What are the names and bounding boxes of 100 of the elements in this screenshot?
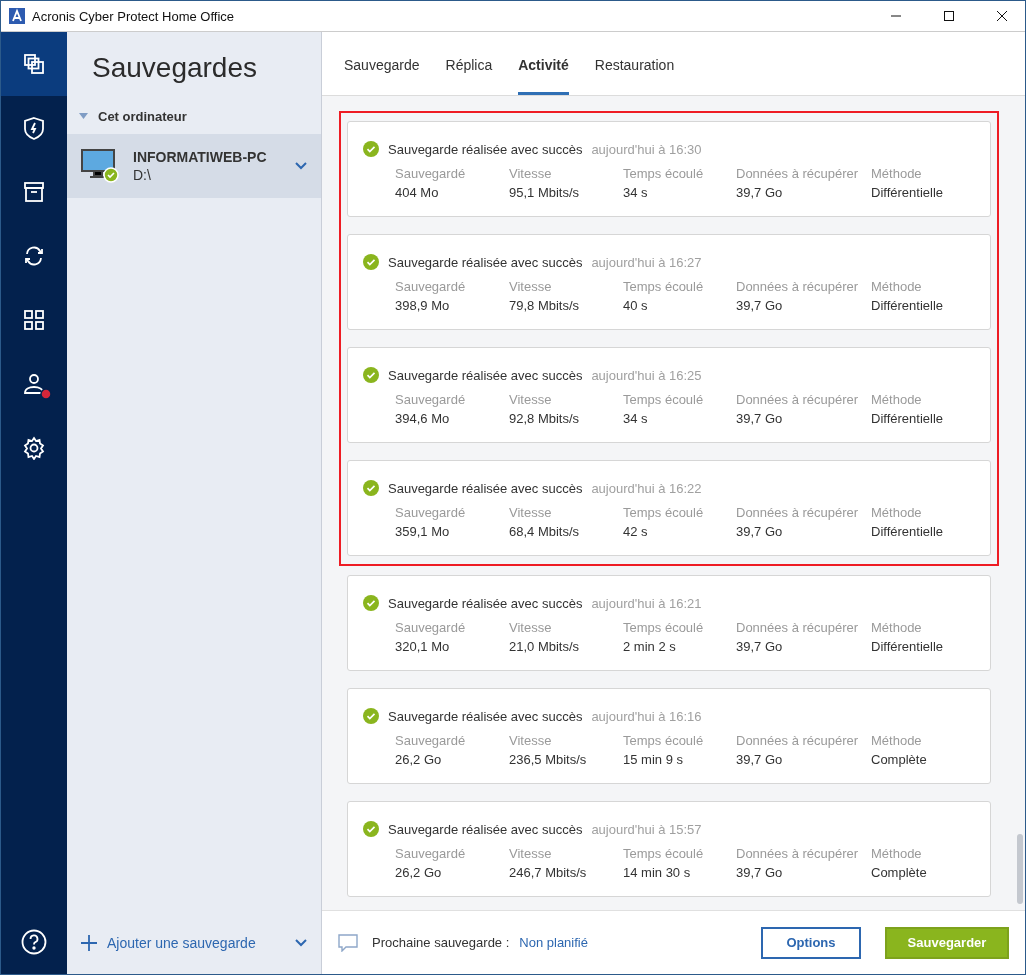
field-label: Données à récupérer [736, 166, 860, 181]
app-logo-icon [9, 8, 25, 24]
archive-box-icon [22, 180, 46, 204]
field-label: Méthode [871, 733, 923, 748]
success-check-icon [363, 595, 379, 611]
field-value: 26,2 Go [395, 752, 443, 767]
field-label: Données à récupérer [736, 279, 860, 294]
field-value: Complète [871, 865, 928, 880]
sync-icon [22, 244, 46, 268]
field-value: 26,2 Go [395, 865, 443, 880]
field-value: 394,6 Mo [395, 411, 451, 426]
options-button[interactable]: Options [761, 926, 861, 959]
field-label: Temps écoulé [623, 505, 705, 520]
field-label: Vitesse [509, 733, 553, 748]
field-value: 320,1 Mo [395, 639, 451, 654]
success-check-icon [363, 367, 379, 383]
maximize-icon [944, 11, 954, 21]
field-label: Méthode [871, 846, 923, 861]
field-label: Données à récupérer [736, 392, 860, 407]
field-value: 2 min 2 s [623, 639, 677, 654]
activity-time: aujourd'hui à 16:25 [591, 367, 702, 383]
nav-button[interactable] [1, 32, 67, 96]
field-value: 39,7 Go [736, 298, 784, 313]
field-label: Sauvegardé [395, 279, 467, 294]
field-value: 40 s [623, 298, 649, 313]
activity-time: aujourd'hui à 16:21 [591, 595, 702, 611]
field-label: Données à récupérer [736, 620, 860, 635]
field-label: Vitesse [509, 505, 553, 520]
field-label: Sauvegardé [395, 733, 467, 748]
field-label: Sauvegardé [395, 166, 467, 181]
field-value: 42 s [623, 524, 649, 539]
sidebar-title: Sauvegardes [91, 51, 258, 85]
tab[interactable]: Sauvegarde [344, 32, 420, 95]
field-label: Données à récupérer [736, 733, 860, 748]
field-label: Vitesse [509, 279, 553, 294]
field-value: 39,7 Go [736, 185, 784, 200]
field-value: 92,8 Mbits/s [509, 411, 581, 426]
chevron-down-icon [295, 162, 307, 170]
success-check-icon [363, 480, 379, 496]
backup-item[interactable]: INFORMATIWEB-PC D:\ [67, 134, 321, 198]
field-value: 34 s [623, 185, 649, 200]
field-label: Temps écoulé [623, 279, 705, 294]
field-label: Temps écoulé [623, 392, 705, 407]
field-value: 39,7 Go [736, 411, 784, 426]
activity-status: Sauvegarde réalisée avec succès [388, 254, 583, 270]
field-value: 68,4 Mbits/s [509, 524, 581, 539]
scrollbar-thumb[interactable] [1017, 834, 1023, 904]
field-label: Temps écoulé [623, 733, 705, 748]
tab[interactable]: Restauration [594, 32, 675, 95]
field-label: Sauvegardé [395, 392, 467, 407]
activity-status: Sauvegarde réalisée avec succès [388, 821, 583, 837]
field-label: Temps écoulé [623, 620, 705, 635]
field-value: 95,1 Mbits/s [509, 185, 581, 200]
field-value: 79,8 Mbits/s [509, 298, 581, 313]
field-label: Données à récupérer [736, 846, 860, 861]
activity-status: Sauvegarde réalisée avec succès [388, 367, 583, 383]
activity-time: aujourd'hui à 16:27 [591, 254, 702, 270]
activity-time: aujourd'hui à 16:30 [591, 141, 702, 157]
add-backup-link[interactable]: Ajouter une sauvegarde [107, 935, 285, 951]
shield-icon [22, 116, 46, 140]
computer-icon [81, 149, 119, 183]
copies-icon [22, 52, 46, 76]
chevron-down-icon [295, 939, 307, 947]
activity-time: aujourd'hui à 16:22 [591, 480, 702, 496]
field-value: 21,0 Mbits/s [509, 639, 581, 654]
field-value: 39,7 Go [736, 524, 784, 539]
activity-status: Sauvegarde réalisée avec succès [388, 141, 583, 157]
group-header[interactable]: Cet ordinateur [67, 104, 321, 128]
caret-icon [79, 113, 88, 119]
schedule-link[interactable]: Non planifié [519, 935, 751, 950]
field-label: Méthode [871, 620, 923, 635]
field-value: 359,1 Mo [395, 524, 451, 539]
success-check-icon [363, 708, 379, 724]
field-value: Différentielle [871, 411, 945, 426]
tab[interactable]: Réplica [445, 32, 493, 95]
field-value: Différentielle [871, 298, 945, 313]
field-label: Méthode [871, 166, 923, 181]
field-label: Méthode [871, 505, 923, 520]
device-name: INFORMATIWEB-PC [133, 149, 268, 165]
field-value: 246,7 Mbits/s [509, 865, 588, 880]
field-label: Données à récupérer [736, 505, 860, 520]
activity-status: Sauvegarde réalisée avec succès [388, 595, 583, 611]
help-icon [21, 929, 47, 955]
field-label: Vitesse [509, 392, 553, 407]
field-label: Temps écoulé [623, 846, 705, 861]
field-label: Sauvegardé [395, 846, 467, 861]
field-label: Méthode [871, 279, 923, 294]
field-label: Méthode [871, 392, 923, 407]
field-value: 15 min 9 s [623, 752, 684, 767]
field-value: 34 s [623, 411, 649, 426]
field-label: Vitesse [509, 846, 553, 861]
user-icon [22, 372, 46, 396]
activity-status: Sauvegarde réalisée avec succès [388, 708, 583, 724]
field-label: Sauvegardé [395, 505, 467, 520]
field-label: Temps écoulé [623, 166, 705, 181]
success-check-icon [363, 821, 379, 837]
settings-icon [22, 436, 46, 460]
grid-icon [22, 308, 46, 332]
alert-dot-icon [40, 388, 52, 400]
field-value: Différentielle [871, 524, 945, 539]
